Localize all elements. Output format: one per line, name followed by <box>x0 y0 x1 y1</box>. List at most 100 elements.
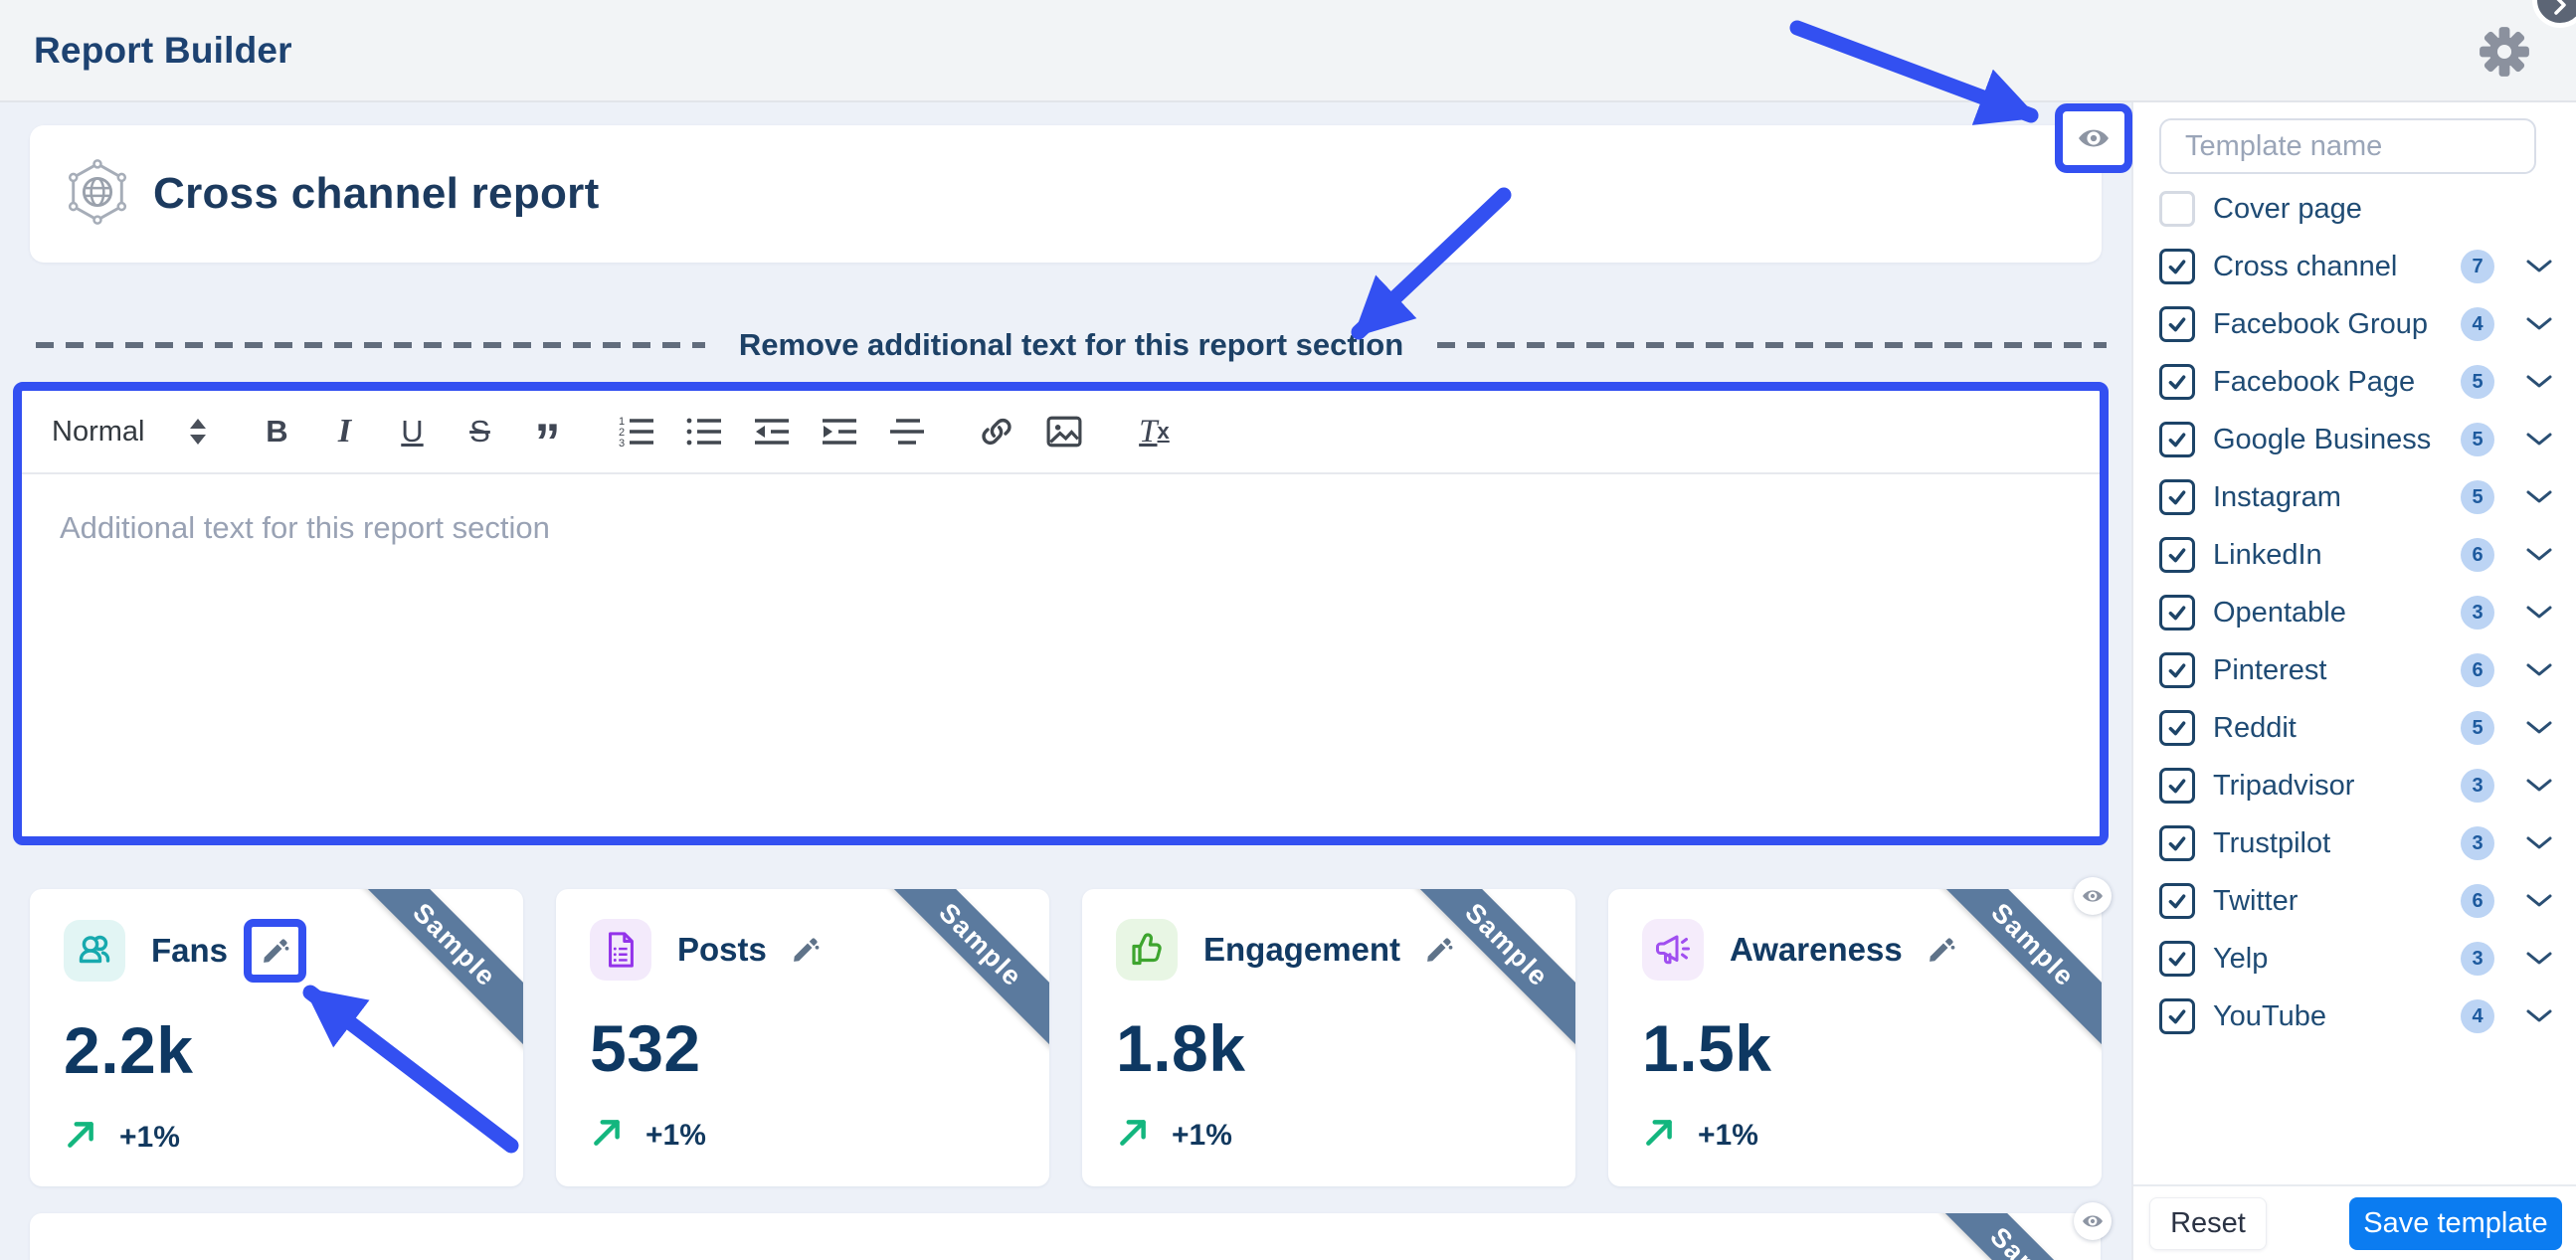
chevron-down-icon[interactable] <box>2526 1008 2552 1024</box>
checkbox-checked[interactable] <box>2159 306 2195 342</box>
sidebar-item-yelp[interactable]: Yelp 3 <box>2133 930 2576 988</box>
edit-metric-pencil-icon[interactable] <box>244 919 306 983</box>
checkbox-unchecked[interactable] <box>2159 191 2195 227</box>
sidebar-item-youtube[interactable]: YouTube 4 <box>2133 988 2576 1045</box>
sidebar-item-linkedin[interactable]: LinkedIn 6 <box>2133 526 2576 584</box>
section-count-badge: 6 <box>2461 884 2494 918</box>
sidebar-item-twitter[interactable]: Twitter 6 <box>2133 872 2576 930</box>
chevron-down-icon[interactable] <box>2526 432 2552 448</box>
chevron-down-icon[interactable] <box>2526 662 2552 678</box>
checkbox-checked[interactable] <box>2159 883 2195 919</box>
section-preview-eye-icon[interactable] <box>2055 103 2132 173</box>
select-arrows-icon <box>190 419 206 445</box>
paragraph-style-value: Normal <box>52 416 144 449</box>
sidebar-item-cross-channel[interactable]: Cross channel 7 <box>2133 238 2576 295</box>
underline-icon[interactable]: U <box>393 410 431 453</box>
checkbox-checked[interactable] <box>2159 537 2195 573</box>
metric-card-posts: Sample Posts <box>556 889 1049 1186</box>
template-name-input[interactable] <box>2159 118 2536 174</box>
strikethrough-icon[interactable]: S <box>460 410 498 453</box>
section-count-badge: 4 <box>2461 307 2494 341</box>
sample-ribbon: Sample <box>1901 1213 2101 1260</box>
checkbox-checked[interactable] <box>2159 249 2195 284</box>
sidebar-item-cover-page[interactable]: Cover page <box>2133 180 2576 238</box>
metric-change: +1% <box>645 1119 706 1153</box>
sidebar-item-opentable[interactable]: Opentable 3 <box>2133 584 2576 641</box>
bullet-list-icon[interactable] <box>685 410 723 453</box>
metric-value: 1.5k <box>1642 1010 2068 1086</box>
sidebar-item-instagram[interactable]: Instagram 5 <box>2133 468 2576 526</box>
section-checklist: Cover page Cross channel 7 Facebook Grou… <box>2133 180 2576 1045</box>
clear-formatting-icon[interactable]: Tx <box>1135 410 1173 453</box>
chevron-down-icon[interactable] <box>2526 778 2552 794</box>
sidebar-item-google-business[interactable]: Google Business 5 <box>2133 411 2576 468</box>
checkbox-checked[interactable] <box>2159 595 2195 630</box>
editor-content-area[interactable]: Additional text for this report section <box>22 474 2100 582</box>
checkbox-checked[interactable] <box>2159 941 2195 977</box>
metric-value: 2.2k <box>64 1012 489 1088</box>
sidebar-item-pinterest[interactable]: Pinterest 6 <box>2133 641 2576 699</box>
cross-channel-network-icon <box>64 157 131 232</box>
checkbox-checked[interactable] <box>2159 710 2195 746</box>
link-icon[interactable] <box>978 410 1015 453</box>
outdent-icon[interactable] <box>753 410 791 453</box>
checkbox-checked[interactable] <box>2159 825 2195 861</box>
checkbox-checked[interactable] <box>2159 652 2195 688</box>
chevron-down-icon[interactable] <box>2526 259 2552 274</box>
blockquote-icon[interactable]: ” <box>528 410 566 453</box>
sidebar-item-facebook-group[interactable]: Facebook Group 4 <box>2133 295 2576 353</box>
divider-label[interactable]: Remove additional text for this report s… <box>739 327 1403 363</box>
editor-toolbar: Normal B I U S ” 123 <box>22 391 2100 474</box>
section-title: Cross channel report <box>153 169 600 219</box>
trend-up-icon <box>1116 1116 1150 1155</box>
sidebar-item-facebook-page[interactable]: Facebook Page 5 <box>2133 353 2576 411</box>
checkbox-checked[interactable] <box>2159 479 2195 515</box>
sidebar-item-trustpilot[interactable]: Trustpilot 3 <box>2133 814 2576 872</box>
collapse-panel-chevron-icon[interactable] <box>2532 0 2576 28</box>
indent-icon[interactable] <box>821 410 858 453</box>
edit-metric-pencil-icon[interactable] <box>791 935 821 965</box>
chevron-down-icon[interactable] <box>2526 605 2552 621</box>
checkbox-checked[interactable] <box>2159 998 2195 1034</box>
paragraph-style-select[interactable]: Normal <box>52 416 206 449</box>
sidebar-item-reddit[interactable]: Reddit 5 <box>2133 699 2576 757</box>
metric-card-engagement: Sample Engagement <box>1082 889 1575 1186</box>
chevron-down-icon[interactable] <box>2526 720 2552 736</box>
preview-eye-icon[interactable] <box>2074 1202 2112 1240</box>
chevron-down-icon[interactable] <box>2526 547 2552 563</box>
insert-image-icon[interactable] <box>1045 410 1083 453</box>
checkbox-checked[interactable] <box>2159 422 2195 457</box>
section-count-badge: 3 <box>2461 596 2494 630</box>
divider-dash-left <box>36 342 705 348</box>
chevron-down-icon[interactable] <box>2526 374 2552 390</box>
trend-up-icon <box>64 1118 97 1157</box>
sidebar-item-tripadvisor[interactable]: Tripadvisor 3 <box>2133 757 2576 814</box>
bold-icon[interactable]: B <box>258 410 295 453</box>
checkbox-checked[interactable] <box>2159 364 2195 400</box>
align-icon[interactable] <box>888 410 926 453</box>
ordered-list-icon[interactable]: 123 <box>618 410 655 453</box>
reset-button[interactable]: Reset <box>2149 1197 2267 1250</box>
chevron-down-icon[interactable] <box>2526 893 2552 909</box>
metric-cards-row: Sample Fans <box>30 889 2102 1186</box>
section-count-badge: 5 <box>2461 480 2494 514</box>
chevron-down-icon[interactable] <box>2526 835 2552 851</box>
chevron-down-icon[interactable] <box>2526 489 2552 505</box>
settings-gear-icon[interactable] <box>2479 26 2530 78</box>
edit-metric-pencil-icon[interactable] <box>1927 935 1956 965</box>
report-canvas: Cross channel report Remove additional t… <box>0 102 2131 1260</box>
divider-dash-right <box>1437 342 2107 348</box>
italic-icon[interactable]: I <box>325 410 363 453</box>
save-template-button[interactable]: Save template <box>2349 1197 2562 1250</box>
checkbox-checked[interactable] <box>2159 768 2195 804</box>
chevron-down-icon[interactable] <box>2526 316 2552 332</box>
document-icon <box>590 919 651 981</box>
sidebar-footer: Reset Save template <box>2133 1184 2576 1260</box>
metric-change: +1% <box>1698 1119 1758 1153</box>
section-count-badge: 3 <box>2461 942 2494 976</box>
template-sidebar: Cover page Cross channel 7 Facebook Grou… <box>2131 102 2576 1260</box>
edit-metric-pencil-icon[interactable] <box>1424 935 1454 965</box>
trend-up-icon <box>1642 1116 1676 1155</box>
chevron-down-icon[interactable] <box>2526 951 2552 967</box>
preview-eye-icon[interactable] <box>2074 877 2112 915</box>
